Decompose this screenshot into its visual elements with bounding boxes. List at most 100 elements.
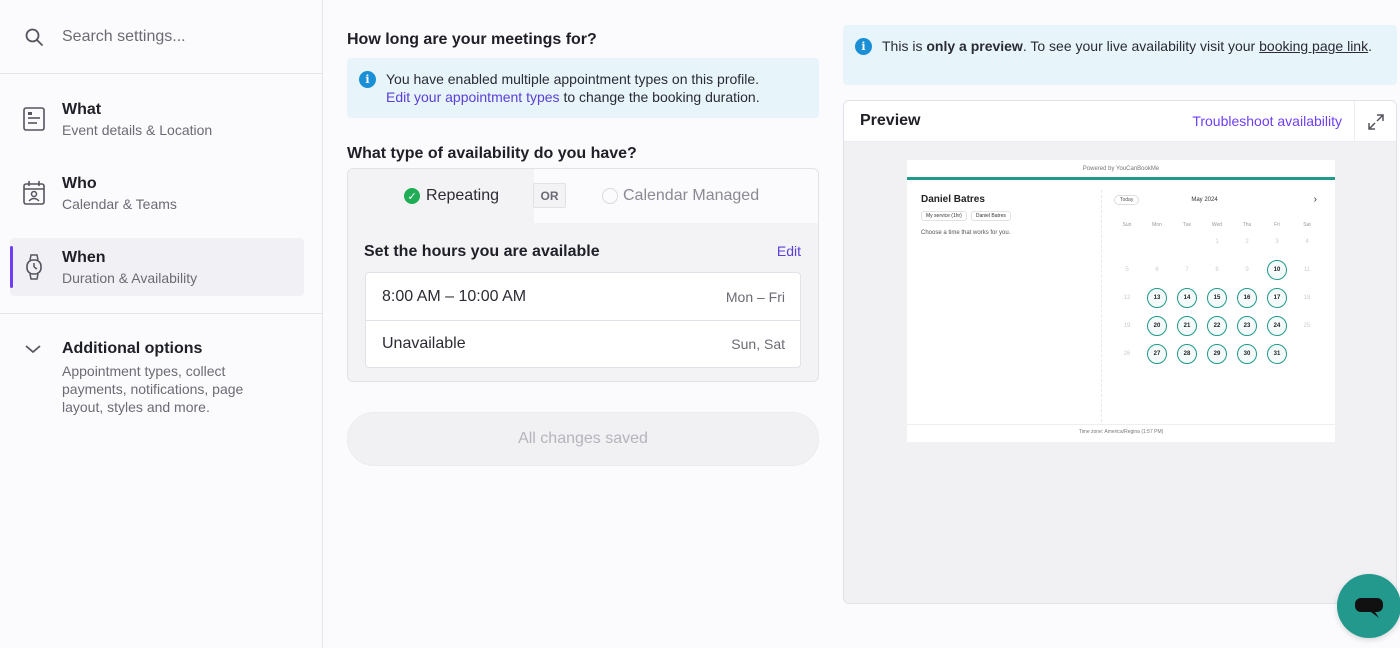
availability-box: ✓ Repeating OR Calendar Managed Set the … <box>347 168 819 382</box>
available-day[interactable]: 24 <box>1262 312 1292 340</box>
hours-row[interactable]: Unavailable Sun, Sat <box>366 320 800 367</box>
sidebar-item-when[interactable]: When Duration & Availability <box>10 238 304 296</box>
chat-icon <box>1355 598 1383 618</box>
hours-row[interactable]: 8:00 AM – 10:00 AM Mon – Fri <box>366 273 800 320</box>
additional-options[interactable]: Additional options Appointment types, co… <box>0 314 322 416</box>
service-tag: My service (1hr) <box>921 211 967 221</box>
check-circle-icon: ✓ <box>404 188 421 204</box>
calendar-day: 8 <box>1215 267 1219 273</box>
timezone-label: Time zone: <box>1078 429 1104 435</box>
preview-info-suffix: . <box>1368 38 1372 54</box>
calendar-day: 7 <box>1185 267 1189 273</box>
chevron-down-icon <box>24 342 44 416</box>
sidebar-item-title: Who <box>62 174 97 192</box>
available-day[interactable]: 10 <box>1262 256 1292 284</box>
troubleshoot-availability-link[interactable]: Troubleshoot availability <box>1192 113 1342 129</box>
booking-page-preview: Powered by YouCanBookMe Daniel Batres My… <box>907 160 1335 442</box>
option-repeating-label: Repeating <box>426 187 499 204</box>
info-suffix: to change the booking duration. <box>563 89 760 105</box>
calendar-day: 1 <box>1215 239 1219 245</box>
host-name: Daniel Batres <box>921 194 985 205</box>
available-day[interactable]: 14 <box>1172 284 1202 312</box>
available-day[interactable]: 16 <box>1232 284 1262 312</box>
search-icon <box>25 28 43 46</box>
calendar-day <box>1112 228 1142 256</box>
choose-time-text: Choose a time that works for you. <box>921 230 1011 236</box>
timezone: Time zone: America/Regina (1:57 PM) <box>907 424 1335 435</box>
hours-days: Sun, Sat <box>731 336 785 352</box>
calendar-grid: Sun Mon Tue Wed Thu Fri Sat 1 2 3 4 5 6 7 8 9 10 11 12 13 1… <box>1112 222 1322 368</box>
sidebar-item-what[interactable]: What Event details & Location <box>10 90 304 148</box>
calendar-week: 5 6 7 8 9 10 11 <box>1112 256 1322 284</box>
hours-heading: Set the hours you are available <box>364 243 600 260</box>
expand-icon[interactable] <box>1354 101 1396 142</box>
available-day[interactable]: 17 <box>1262 284 1292 312</box>
watch-icon <box>22 254 46 280</box>
info-icon: i <box>855 38 872 55</box>
radio-circle-icon <box>602 188 618 204</box>
sidebar-item-subtitle: Duration & Availability <box>62 269 198 286</box>
mini-calendar: Today May 2024 › Sun Mon Tue Wed Thu Fri Sat 1… <box>1101 190 1333 422</box>
calendar-day: 6 <box>1155 267 1159 273</box>
hours-time: 8:00 AM – 10:00 AM <box>382 287 527 305</box>
preview-header: Preview Troubleshoot availability <box>844 101 1396 142</box>
chat-button[interactable] <box>1337 574 1400 638</box>
available-day[interactable]: 21 <box>1172 312 1202 340</box>
preview-title: Preview <box>860 112 921 129</box>
calendar-day: 5 <box>1125 267 1129 273</box>
available-day[interactable]: 29 <box>1202 340 1232 368</box>
option-calendar-managed[interactable]: Calendar Managed <box>602 187 759 205</box>
sidebar-item-subtitle: Calendar & Teams <box>62 195 177 212</box>
timezone-value: America/Regina (1:57 PM) <box>1104 429 1164 435</box>
preview-info: i This is only a preview. To see your li… <box>843 25 1397 85</box>
hours-time: Unavailable <box>382 335 466 352</box>
info-icon: i <box>359 71 376 88</box>
available-day[interactable]: 30 <box>1232 340 1262 368</box>
sidebar-item-subtitle: Event details & Location <box>62 121 213 138</box>
available-day[interactable]: 13 <box>1142 284 1172 312</box>
powered-by: Powered by YouCanBookMe <box>907 160 1335 180</box>
additional-options-subtitle: Appointment types, collect payments, not… <box>62 363 244 415</box>
calendar-day: 9 <box>1245 267 1249 273</box>
chevron-right-icon[interactable]: › <box>1314 194 1317 205</box>
available-day[interactable]: 27 <box>1142 340 1172 368</box>
meetings-heading: How long are your meetings for? <box>347 31 597 48</box>
available-day[interactable]: 31 <box>1262 340 1292 368</box>
calendar-day <box>1292 340 1322 368</box>
search-input[interactable] <box>62 27 282 46</box>
save-button[interactable]: All changes saved <box>347 412 819 466</box>
document-icon <box>22 106 46 132</box>
available-day[interactable]: 15 <box>1202 284 1232 312</box>
preview-info-middle: . To see your live availability visit yo… <box>1022 38 1256 54</box>
preview-info-prefix: This is <box>882 38 923 54</box>
sidebar-item-who[interactable]: Who Calendar & Teams <box>10 164 304 222</box>
calendar-week: 1 2 3 4 <box>1112 228 1322 256</box>
calendar-day <box>1172 228 1202 256</box>
option-calendar-label: Calendar Managed <box>623 187 760 204</box>
hours-list: 8:00 AM – 10:00 AM Mon – Fri Unavailable… <box>365 272 801 368</box>
calendar-week: 12 13 14 15 16 17 18 <box>1112 284 1322 312</box>
available-day[interactable]: 22 <box>1202 312 1232 340</box>
today-button[interactable]: Today <box>1114 195 1140 205</box>
search-bar[interactable] <box>0 0 322 74</box>
or-divider: OR <box>533 183 566 208</box>
sidebar-nav: What Event details & Location Who Calend… <box>0 74 322 314</box>
available-day[interactable]: 28 <box>1172 340 1202 368</box>
booking-page-link[interactable]: booking page link <box>1259 38 1368 54</box>
calendar-day <box>1142 228 1172 256</box>
preview-panel: Preview Troubleshoot availability Powere… <box>843 100 1397 604</box>
available-day[interactable]: 23 <box>1232 312 1262 340</box>
info-text: You have enabled multiple appointment ty… <box>386 71 760 87</box>
sidebar-item-title: What <box>62 100 102 118</box>
calendar-day: 25 <box>1303 323 1311 329</box>
person-tag: Daniel Batres <box>970 211 1011 221</box>
calendar-day: 3 <box>1275 239 1279 245</box>
available-day[interactable]: 20 <box>1142 312 1172 340</box>
calendar-day: 26 <box>1123 351 1131 357</box>
sidebar: What Event details & Location Who Calend… <box>0 0 323 648</box>
calendar-month: May 2024 <box>1191 197 1218 203</box>
edit-appointment-types-link[interactable]: Edit your appointment types <box>386 89 560 105</box>
option-repeating[interactable]: ✓ Repeating <box>348 169 534 223</box>
edit-hours-link[interactable]: Edit <box>777 243 801 261</box>
calendar-day: 2 <box>1245 239 1249 245</box>
